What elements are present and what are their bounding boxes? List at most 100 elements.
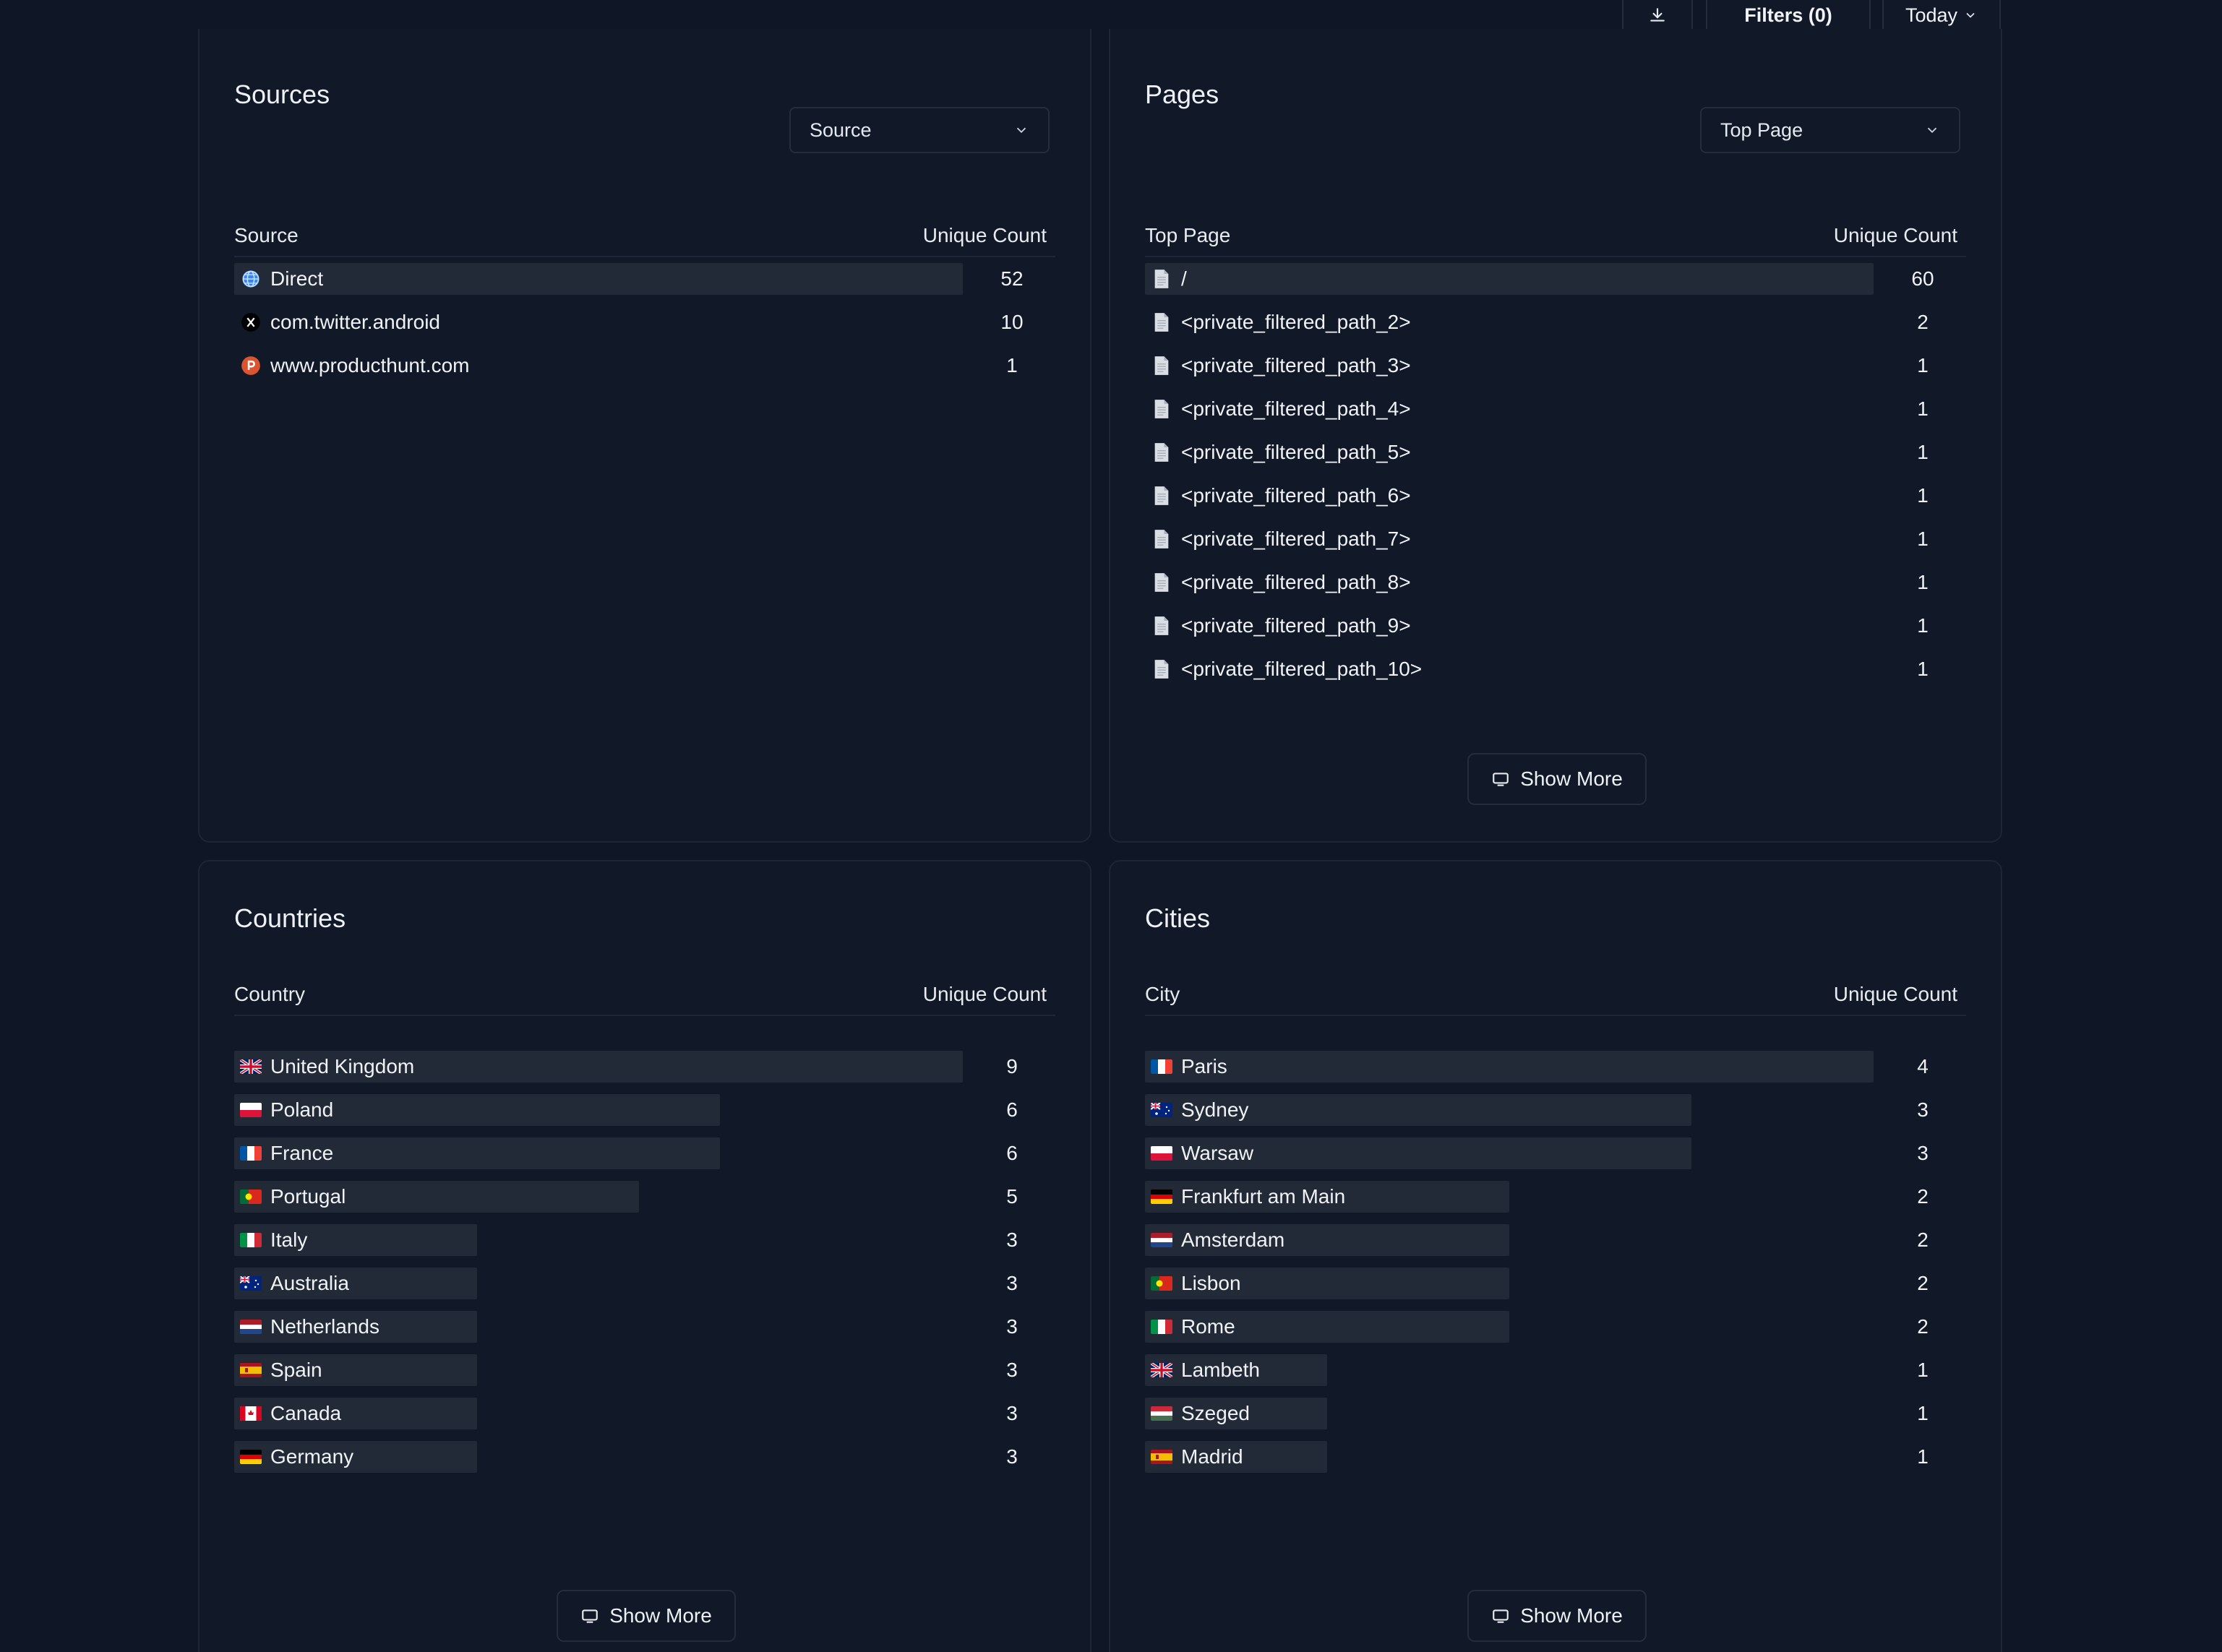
city-row[interactable]: Sydney 3 bbox=[1145, 1088, 1966, 1132]
page-row[interactable]: <private_filtered_path_2> 2 bbox=[1145, 301, 1966, 344]
monitor-icon bbox=[1493, 1609, 1509, 1623]
page-label: <private_filtered_path_10> bbox=[1181, 658, 1423, 680]
source-row[interactable]: com.twitter.android 10 bbox=[234, 301, 1055, 344]
flag-fr-icon bbox=[1151, 1056, 1172, 1077]
source-row[interactable]: Direct 52 bbox=[234, 257, 1055, 301]
city-row[interactable]: Madrid 1 bbox=[1145, 1435, 1966, 1479]
city-row[interactable]: Warsaw 3 bbox=[1145, 1132, 1966, 1175]
table-header: Country Unique Count bbox=[234, 974, 1055, 1016]
show-more-button[interactable]: Show More bbox=[557, 1590, 736, 1642]
file-icon bbox=[1151, 572, 1172, 593]
table-header: City Unique Count bbox=[1145, 974, 1966, 1016]
page-row[interactable]: <private_filtered_path_6> 1 bbox=[1145, 474, 1966, 517]
unique-count: 6 bbox=[1006, 1098, 1018, 1121]
flag-pt-icon bbox=[240, 1186, 262, 1208]
city-row[interactable]: Amsterdam 2 bbox=[1145, 1218, 1966, 1262]
country-label: Australia bbox=[270, 1272, 349, 1294]
unique-count: 4 bbox=[1917, 1055, 1929, 1077]
source-row[interactable]: www.producthunt.com 1 bbox=[234, 344, 1055, 387]
country-row[interactable]: France 6 bbox=[234, 1132, 1055, 1175]
unique-count: 1 bbox=[1917, 484, 1929, 507]
globe-icon bbox=[240, 268, 262, 290]
countries-list: United Kingdom 9 Poland 6 France 6 Portugal 5 It… bbox=[234, 1045, 1055, 1479]
column-header-name: Country bbox=[234, 983, 306, 1005]
country-row[interactable]: Poland 6 bbox=[234, 1088, 1055, 1132]
unique-count: 3 bbox=[1917, 1142, 1929, 1164]
card-title: Pages bbox=[1145, 79, 1219, 109]
city-row[interactable]: Paris 4 bbox=[1145, 1045, 1966, 1088]
country-row[interactable]: Germany 3 bbox=[234, 1435, 1055, 1479]
show-more-button[interactable]: Show More bbox=[1467, 753, 1647, 805]
page-row[interactable]: <private_filtered_path_4> 1 bbox=[1145, 387, 1966, 431]
country-row[interactable]: Canada 3 bbox=[234, 1392, 1055, 1435]
unique-count: 2 bbox=[1917, 311, 1929, 333]
unique-count: 1 bbox=[1917, 658, 1929, 680]
unique-count: 3 bbox=[1006, 1272, 1018, 1294]
city-row[interactable]: Lambeth 1 bbox=[1145, 1348, 1966, 1392]
country-label: France bbox=[270, 1142, 334, 1164]
flag-ca-icon bbox=[240, 1403, 262, 1424]
cities-list: Paris 4 Sydney 3 Warsaw 3 Frankfurt am Main 2 Am… bbox=[1145, 1045, 1966, 1479]
unique-count: 1 bbox=[1917, 1359, 1929, 1381]
page-label: <private_filtered_path_4> bbox=[1181, 397, 1411, 420]
country-label: United Kingdom bbox=[270, 1055, 415, 1077]
page-row[interactable]: <private_filtered_path_10> 1 bbox=[1145, 648, 1966, 691]
page-row[interactable]: <private_filtered_path_8> 1 bbox=[1145, 561, 1966, 604]
city-label: Amsterdam bbox=[1181, 1229, 1285, 1251]
page-row[interactable]: / 60 bbox=[1145, 257, 1966, 301]
column-header-count: Unique Count bbox=[922, 983, 1047, 1005]
page-type-select[interactable]: Top Page bbox=[1700, 107, 1960, 153]
page-row[interactable]: <private_filtered_path_3> 1 bbox=[1145, 344, 1966, 387]
country-row[interactable]: Australia 3 bbox=[234, 1262, 1055, 1305]
country-row[interactable]: Spain 3 bbox=[234, 1348, 1055, 1392]
monitor-icon bbox=[1493, 773, 1509, 786]
country-label: Spain bbox=[270, 1359, 322, 1381]
column-header-name: City bbox=[1145, 983, 1180, 1005]
unique-count: 2 bbox=[1917, 1315, 1929, 1338]
show-more-button[interactable]: Show More bbox=[1467, 1590, 1647, 1642]
monitor-icon bbox=[582, 1609, 599, 1623]
chevron-down-icon bbox=[1927, 127, 1937, 134]
table-header: Top Page Unique Count bbox=[1145, 215, 1966, 257]
source-label: com.twitter.android bbox=[270, 311, 440, 333]
city-row[interactable]: Frankfurt am Main 2 bbox=[1145, 1175, 1966, 1218]
country-row[interactable]: United Kingdom 9 bbox=[234, 1045, 1055, 1088]
page-label: <private_filtered_path_7> bbox=[1181, 528, 1411, 550]
unique-count: 3 bbox=[1006, 1445, 1018, 1468]
page-row[interactable]: <private_filtered_path_5> 1 bbox=[1145, 431, 1966, 474]
chevron-down-icon bbox=[1966, 12, 1975, 18]
city-label: Rome bbox=[1181, 1315, 1235, 1338]
select-value: Source bbox=[810, 119, 872, 141]
source-type-select[interactable]: Source bbox=[789, 107, 1050, 153]
city-label: Szeged bbox=[1181, 1402, 1250, 1424]
city-row[interactable]: Szeged 1 bbox=[1145, 1392, 1966, 1435]
country-row[interactable]: Netherlands 3 bbox=[234, 1305, 1055, 1348]
city-label: Warsaw bbox=[1181, 1142, 1254, 1164]
unique-count: 3 bbox=[1006, 1359, 1018, 1381]
unique-count: 1 bbox=[1917, 528, 1929, 550]
column-header-name: Source bbox=[234, 224, 299, 246]
country-label: Canada bbox=[270, 1402, 342, 1424]
city-row[interactable]: Lisbon 2 bbox=[1145, 1262, 1966, 1305]
country-row[interactable]: Italy 3 bbox=[234, 1218, 1055, 1262]
unique-count: 52 bbox=[1000, 267, 1024, 290]
download-icon bbox=[1650, 8, 1665, 22]
unique-count: 1 bbox=[1917, 397, 1929, 420]
country-label: Germany bbox=[270, 1445, 354, 1468]
page-row[interactable]: <private_filtered_path_9> 1 bbox=[1145, 604, 1966, 648]
column-header-name: Top Page bbox=[1145, 224, 1231, 246]
country-row[interactable]: Portugal 5 bbox=[234, 1175, 1055, 1218]
card-title: Countries bbox=[234, 903, 346, 933]
flag-fr-icon bbox=[240, 1143, 262, 1164]
page-label: <private_filtered_path_9> bbox=[1181, 614, 1411, 637]
page-row[interactable]: <private_filtered_path_7> 1 bbox=[1145, 517, 1966, 561]
file-icon bbox=[1151, 442, 1172, 463]
flag-au-icon bbox=[240, 1273, 262, 1294]
filters-label: Filters (0) bbox=[1744, 4, 1832, 26]
unique-count: 1 bbox=[1006, 354, 1018, 377]
country-label: Netherlands bbox=[270, 1315, 379, 1338]
share-bar bbox=[234, 263, 963, 295]
city-row[interactable]: Rome 2 bbox=[1145, 1305, 1966, 1348]
flag-nl-icon bbox=[1151, 1229, 1172, 1251]
flag-gb-icon bbox=[1151, 1359, 1172, 1381]
